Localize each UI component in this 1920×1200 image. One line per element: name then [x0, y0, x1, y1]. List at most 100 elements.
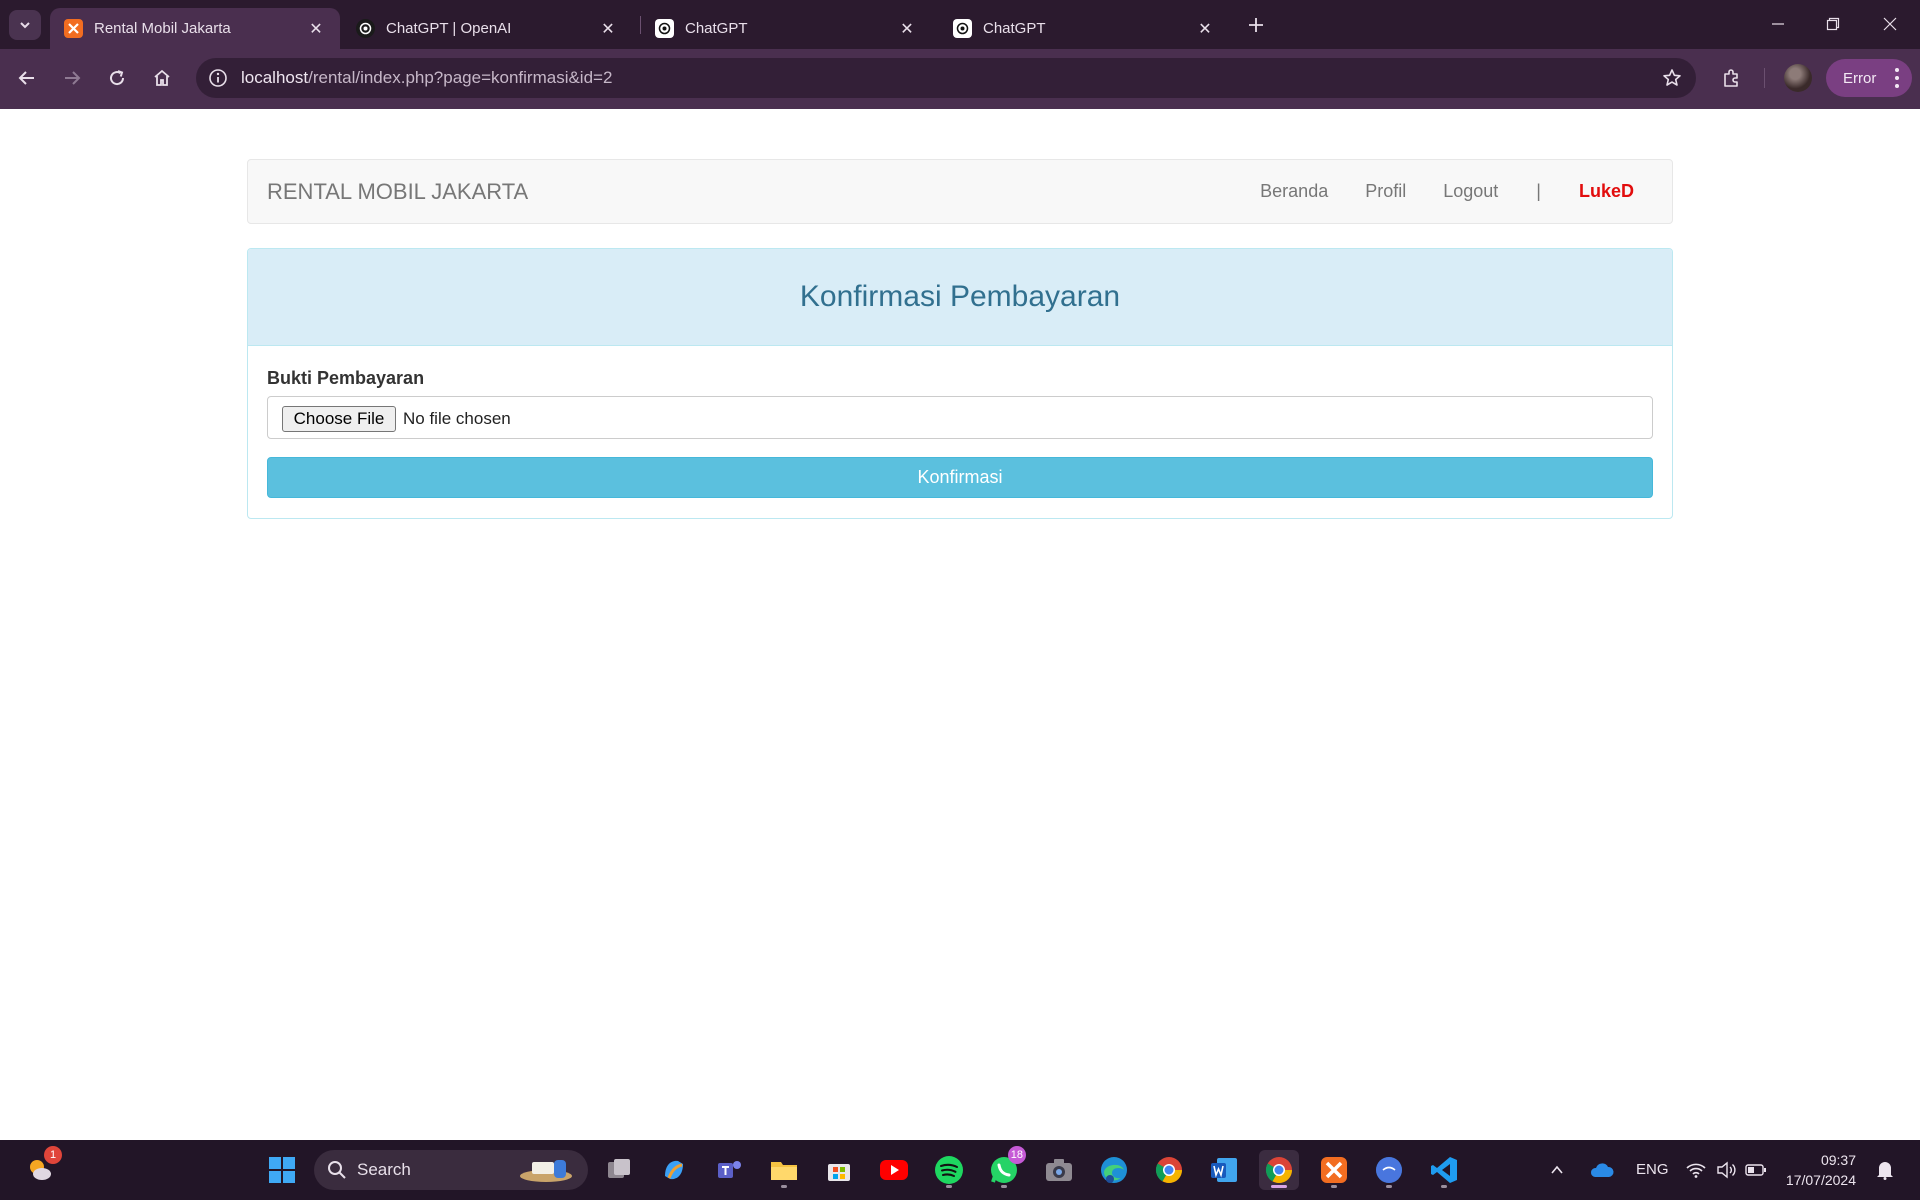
browser-toolbar: localhost/rental/index.php?page=konfirma… — [0, 49, 1920, 109]
nav-link-profil[interactable]: Profil — [1365, 181, 1406, 202]
app-indicator — [1441, 1185, 1447, 1188]
app-indicator — [781, 1185, 787, 1188]
copilot-button[interactable] — [654, 1150, 694, 1190]
word-icon — [1211, 1158, 1237, 1182]
tab-search-button[interactable] — [9, 10, 41, 40]
close-icon[interactable]: ✕ — [897, 19, 917, 39]
app-indicator — [946, 1185, 952, 1188]
back-button[interactable] — [10, 61, 44, 95]
payment-confirmation-panel: Konfirmasi Pembayaran Bukti Pembayaran C… — [247, 248, 1673, 519]
tab-rental-mobil[interactable]: Rental Mobil Jakarta ✕ — [50, 8, 340, 49]
confirm-button[interactable]: Konfirmasi — [267, 457, 1653, 498]
tab-chatgpt-openai[interactable]: ChatGPT | OpenAI ✕ — [342, 8, 632, 49]
home-button[interactable] — [145, 61, 179, 95]
app-indicator — [1271, 1185, 1287, 1188]
start-button[interactable] — [262, 1150, 302, 1190]
nav-username: LukeD — [1578, 181, 1634, 201]
nav-separator: | — [1536, 181, 1541, 201]
task-view-icon — [608, 1159, 630, 1178]
site-brand[interactable]: RENTAL MOBIL JAKARTA — [267, 179, 528, 205]
app-indicator — [1001, 1185, 1007, 1188]
chrome-active-button[interactable] — [1259, 1150, 1299, 1190]
browser-tab-strip: Rental Mobil Jakarta ✕ ChatGPT | OpenAI … — [0, 0, 1920, 49]
reload-icon — [110, 70, 125, 86]
wifi-icon — [1686, 1163, 1706, 1178]
windows-taskbar: 1 Search 18 ENG 09:37 17/07/2024 — [0, 1140, 1920, 1200]
app-indicator — [1386, 1185, 1392, 1188]
canva-button[interactable] — [1369, 1150, 1409, 1190]
reload-button[interactable] — [100, 61, 134, 95]
language-indicator[interactable]: ENG — [1636, 1161, 1669, 1178]
weather-widget[interactable]: 1 — [20, 1146, 62, 1190]
task-view-button[interactable] — [599, 1150, 639, 1190]
volume-button[interactable] — [1713, 1150, 1739, 1190]
profile-error-button[interactable]: Error — [1826, 59, 1912, 97]
camera-button[interactable] — [1039, 1150, 1079, 1190]
folder-icon — [771, 1162, 797, 1180]
close-icon[interactable]: ✕ — [1195, 19, 1215, 39]
notifications-button[interactable] — [1870, 1150, 1900, 1190]
tab-chatgpt-2[interactable]: ChatGPT ✕ — [939, 8, 1229, 49]
store-icon — [828, 1164, 850, 1181]
word-button[interactable] — [1204, 1150, 1244, 1190]
choose-file-button[interactable]: Choose File — [282, 406, 396, 432]
arrow-left-icon — [18, 71, 34, 85]
close-window-button[interactable] — [1870, 8, 1910, 40]
payment-proof-file-input[interactable]: Choose File No file chosen — [267, 396, 1653, 439]
new-tab-button[interactable] — [1243, 12, 1269, 38]
close-icon — [1883, 17, 1897, 31]
tab-title: ChatGPT — [983, 20, 1046, 37]
clock-date: 17/07/2024 — [1785, 1172, 1856, 1188]
puzzle-icon — [1724, 69, 1738, 87]
whatsapp-badge: 18 — [1007, 1146, 1026, 1164]
chevron-down-icon — [20, 22, 30, 29]
file-explorer-button[interactable] — [764, 1150, 804, 1190]
openai-icon — [356, 19, 375, 38]
youtube-button[interactable] — [874, 1150, 914, 1190]
system-clock[interactable]: 09:37 17/07/2024 — [1784, 1150, 1856, 1190]
edge-button[interactable] — [1094, 1150, 1134, 1190]
battery-icon — [1745, 1164, 1766, 1176]
cloud-icon — [1590, 1163, 1614, 1177]
chrome-icon — [1265, 1157, 1293, 1184]
youtube-icon — [880, 1160, 908, 1180]
restore-button[interactable] — [1813, 8, 1853, 40]
tab-chatgpt-1[interactable]: ChatGPT ✕ — [641, 8, 931, 49]
plus-icon — [1249, 18, 1263, 32]
extensions-button[interactable] — [1714, 61, 1748, 95]
spotify-button[interactable] — [929, 1150, 969, 1190]
vscode-icon — [1431, 1157, 1457, 1183]
minimize-button[interactable] — [1758, 8, 1798, 40]
bookmark-star-icon[interactable] — [1660, 66, 1684, 90]
chrome-button[interactable] — [1149, 1150, 1189, 1190]
more-vert-icon[interactable] — [1894, 68, 1900, 88]
volume-icon — [1717, 1161, 1736, 1179]
forward-button[interactable] — [55, 61, 89, 95]
xampp-button[interactable] — [1314, 1150, 1354, 1190]
taskbar-search[interactable]: Search — [314, 1150, 588, 1190]
vscode-button[interactable] — [1424, 1150, 1464, 1190]
close-icon[interactable]: ✕ — [598, 19, 618, 39]
clock-time: 09:37 — [1820, 1152, 1856, 1168]
onedrive-button[interactable] — [1587, 1150, 1617, 1190]
address-bar[interactable]: localhost/rental/index.php?page=konfirma… — [196, 58, 1696, 98]
xampp-icon — [1321, 1157, 1347, 1183]
tray-overflow-button[interactable] — [1542, 1150, 1572, 1190]
site-info-icon[interactable] — [206, 66, 230, 90]
store-button[interactable] — [819, 1150, 859, 1190]
home-icon — [154, 69, 170, 86]
profile-avatar[interactable] — [1784, 64, 1812, 92]
nav-link-logout[interactable]: Logout — [1443, 181, 1498, 202]
battery-button[interactable] — [1743, 1150, 1769, 1190]
tab-title: ChatGPT — [685, 20, 748, 37]
teams-button[interactable] — [709, 1150, 749, 1190]
whatsapp-button[interactable]: 18 — [984, 1146, 1026, 1190]
nav-link-beranda[interactable]: Beranda — [1260, 181, 1328, 202]
search-label: Search — [357, 1160, 411, 1179]
nav-links: Beranda Profil Logout | LukeD — [1223, 160, 1634, 223]
teams-icon — [718, 1161, 741, 1178]
edge-icon — [1101, 1157, 1127, 1183]
close-icon[interactable]: ✕ — [306, 19, 326, 39]
wifi-button[interactable] — [1683, 1150, 1709, 1190]
app-indicator — [1331, 1185, 1337, 1188]
